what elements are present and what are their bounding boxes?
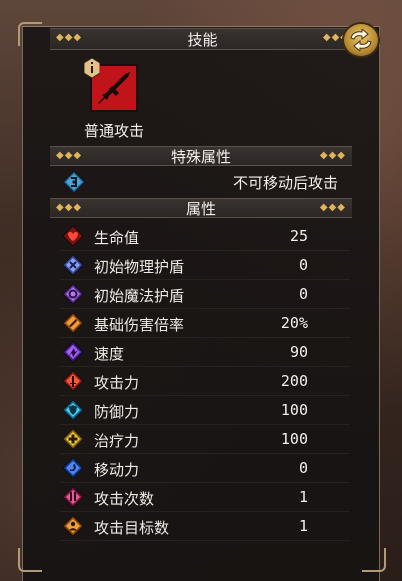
heal-icon xyxy=(62,428,84,450)
attribute-row-heal: 治疗力 100 xyxy=(60,427,350,454)
attribute-value: 1 xyxy=(298,488,308,506)
attribute-value: 90 xyxy=(289,343,308,361)
attribute-value: 25 xyxy=(289,227,308,245)
no-move-icon xyxy=(62,170,86,194)
panel-corner xyxy=(18,22,42,46)
attribute-label: 攻击次数 xyxy=(94,490,155,508)
panel-corner xyxy=(18,548,42,572)
attribute-row-attack: 攻击力 200 xyxy=(60,369,350,396)
attribute-label: 基础伤害倍率 xyxy=(94,316,185,334)
attribute-value: 100 xyxy=(280,430,308,448)
switch-button[interactable] xyxy=(342,22,380,58)
swap-arrows-icon xyxy=(350,29,372,51)
attributes-section-header: ◆◆◆ 属性 ◆◆◆ xyxy=(50,198,352,218)
attribute-value: 0 xyxy=(298,256,308,274)
defense-icon xyxy=(62,399,84,421)
attack-count-icon xyxy=(62,486,84,508)
magic-shield-icon xyxy=(62,283,84,305)
attribute-value: 20% xyxy=(280,314,308,332)
special-attribute-row[interactable]: 不可移动后攻击 xyxy=(60,170,352,194)
attribute-row-speed: 速度 90 xyxy=(60,340,350,367)
attribute-label: 初始魔法护盾 xyxy=(94,287,185,305)
attribute-row-magic-shield: 初始魔法护盾 0 xyxy=(60,282,350,309)
attribute-row-target-count: 攻击目标数 1 xyxy=(60,514,350,541)
move-icon xyxy=(62,457,84,479)
special-attribute-text: 不可移动后攻击 xyxy=(232,174,338,192)
panel-corner xyxy=(362,548,386,572)
ornament-icon: ◆◆◆ xyxy=(319,202,346,213)
physical-shield-icon xyxy=(62,254,84,276)
attribute-row-move: 移动力 0 xyxy=(60,456,350,483)
heart-icon xyxy=(62,225,84,247)
ornament-icon: ◆◆◆ xyxy=(319,150,346,161)
attribute-label: 速度 xyxy=(94,345,125,363)
special-section-title: 特殊属性 xyxy=(170,148,231,166)
attribute-row-damage-multiplier: 基础伤害倍率 20% xyxy=(60,311,350,338)
attribute-label: 防御力 xyxy=(94,403,140,421)
attribute-label: 治疗力 xyxy=(94,432,140,450)
attribute-row-defense: 防御力 100 xyxy=(60,398,350,425)
attack-icon xyxy=(62,370,84,392)
attributes-section-title: 属性 xyxy=(185,200,216,218)
attribute-label: 生命值 xyxy=(94,229,140,247)
damage-multiplier-icon xyxy=(62,312,84,334)
attribute-row-hp: 生命值 25 xyxy=(60,224,350,251)
speed-icon xyxy=(62,341,84,363)
attribute-value: 1 xyxy=(298,517,308,535)
attribute-label: 攻击目标数 xyxy=(94,519,170,537)
panel-header: ◆◆◆ 技能 ◆◆◆ xyxy=(50,28,355,50)
skill-name: 普通攻击 xyxy=(83,122,144,140)
attribute-value: 100 xyxy=(280,401,308,419)
special-section-header: ◆◆◆ 特殊属性 ◆◆◆ xyxy=(50,146,352,166)
attribute-label: 攻击力 xyxy=(94,374,140,392)
info-icon[interactable] xyxy=(83,57,101,79)
attribute-row-attack-count: 攻击次数 1 xyxy=(60,485,350,512)
attribute-value: 0 xyxy=(298,459,308,477)
attribute-row-physical-shield: 初始物理护盾 0 xyxy=(60,253,350,280)
attribute-label: 移动力 xyxy=(94,461,140,479)
attribute-value: 0 xyxy=(298,285,308,303)
attribute-label: 初始物理护盾 xyxy=(94,258,185,276)
attribute-value: 200 xyxy=(280,372,308,390)
panel-title: 技能 xyxy=(187,31,218,49)
target-count-icon xyxy=(62,515,84,537)
